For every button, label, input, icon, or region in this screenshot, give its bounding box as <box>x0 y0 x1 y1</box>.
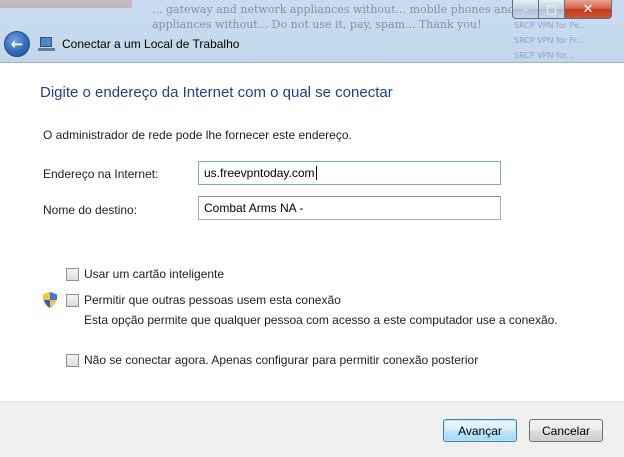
close-button[interactable]: ✕ <box>565 0 612 19</box>
uac-shield-icon <box>43 292 57 308</box>
allow-others-option[interactable]: Permitir que outras pessoas usem esta co… <box>66 293 341 307</box>
smart-card-option[interactable]: Usar um cartão inteligente <box>66 267 224 281</box>
internet-address-input[interactable]: us.freevpntoday.com <box>198 161 501 185</box>
dont-connect-label: Não se conectar agora. Apenas configurar… <box>84 353 479 367</box>
destination-name-label: Nome do destino: <box>43 203 138 217</box>
text-caret <box>315 166 317 180</box>
dont-connect-option[interactable]: Não se conectar agora. Apenas configurar… <box>66 353 478 367</box>
wizard-footer: Avançar Cancelar <box>0 401 624 457</box>
back-arrow-icon[interactable]: ← <box>4 31 30 57</box>
minimize-button[interactable]: – <box>512 0 539 19</box>
page-heading: Digite o endereço da Internet com o qual… <box>40 84 393 101</box>
destination-name-input[interactable]: Combat Arms NA - <box>198 196 501 220</box>
smart-card-checkbox[interactable] <box>66 267 79 281</box>
dont-connect-checkbox[interactable] <box>66 353 79 367</box>
allow-others-label: Permitir que outras pessoas usem esta co… <box>84 293 341 307</box>
cancel-button[interactable]: Cancelar <box>529 419 603 442</box>
wizard-nav-bar: ← Conectar a um Local de Trabalho <box>0 27 624 61</box>
background-window-strip <box>0 0 132 8</box>
allow-others-checkbox[interactable] <box>66 293 79 307</box>
page-description: O administrador de rede pode lhe fornece… <box>43 128 352 142</box>
network-workplace-icon <box>38 36 56 52</box>
window-frame: ... gateway and network appliances witho… <box>0 0 624 457</box>
wizard-title: Conectar a um Local de Trabalho <box>62 37 240 51</box>
smart-card-label: Usar um cartão inteligente <box>84 267 225 281</box>
maximize-button[interactable]: □ <box>539 0 565 19</box>
caption-buttons: – □ ✕ <box>512 0 612 19</box>
internet-address-value: us.freevpntoday.com <box>204 166 315 180</box>
wizard-content: Digite o endereço da Internet com o qual… <box>0 62 624 401</box>
destination-name-value: Combat Arms NA - <box>204 201 304 215</box>
internet-address-label: Endereço na Internet: <box>43 167 159 181</box>
allow-others-description: Esta opção permite que qualquer pessoa c… <box>84 313 558 327</box>
next-button[interactable]: Avançar <box>443 419 517 442</box>
